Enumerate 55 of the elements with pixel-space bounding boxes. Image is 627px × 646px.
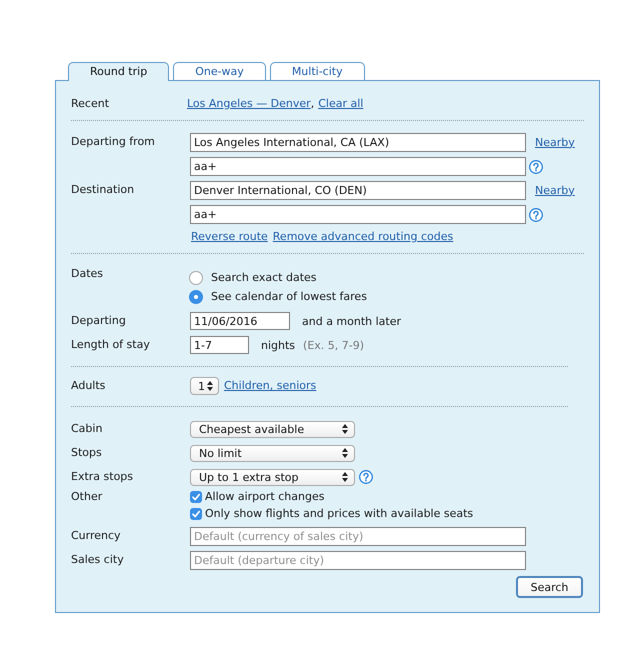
dropdown[interactable]: Up to 1 extra stop: [190, 468, 355, 486]
adults-dropdown[interactable]: 1: [190, 377, 219, 395]
up-down-arrows-icon: [342, 424, 348, 434]
route-link[interactable]: Remove advanced routing codes: [272, 229, 454, 245]
help-icon[interactable]: [529, 208, 543, 222]
field-label: Departing: [71, 313, 127, 329]
tab[interactable]: Round trip: [68, 62, 170, 81]
radio-button[interactable]: [189, 290, 203, 304]
dropdown[interactable]: Cheapest available: [190, 420, 355, 438]
destination-field[interactable]: Denver International, CO (DEN): [190, 181, 526, 200]
example-hint: (Ex. 5, 7-9): [303, 338, 364, 352]
field-label: Currency: [71, 528, 122, 544]
date-field[interactable]: 11/06/2016: [190, 312, 290, 330]
input-field[interactable]: Default (departure city): [190, 551, 526, 570]
routing-codes-field[interactable]: aa+: [190, 205, 526, 224]
help-icon[interactable]: [529, 160, 543, 174]
origin-field[interactable]: Los Angeles International, CA (LAX): [190, 133, 526, 152]
tab[interactable]: One-way: [173, 62, 266, 80]
date-note: and a month later: [302, 314, 402, 328]
field-label: Other: [71, 489, 104, 505]
stay-length-field[interactable]: 1-7: [190, 336, 249, 354]
radio-button[interactable]: [189, 270, 203, 284]
routing-codes-field[interactable]: aa+: [190, 157, 526, 176]
field-label: Dates: [71, 266, 104, 282]
route-link[interactable]: Reverse route: [191, 229, 268, 245]
dropdown[interactable]: No limit: [190, 444, 355, 462]
field-label: Destination: [71, 182, 136, 198]
nearby-link[interactable]: Nearby: [535, 182, 575, 198]
field-label: Sales city: [71, 552, 125, 568]
field-label: Departing from: [71, 134, 156, 150]
help-icon[interactable]: [359, 470, 373, 484]
radio-label[interactable]: See calendar of lowest fares: [211, 290, 367, 303]
radio-label[interactable]: Search exact dates: [211, 271, 317, 284]
clear-all-link[interactable]: Clear all: [318, 96, 364, 112]
recent-route-link[interactable]: Los Angeles — Denver: [187, 96, 311, 112]
field-label: Adults: [71, 378, 106, 394]
field-label: Stops: [71, 445, 103, 461]
up-down-arrows-icon: [342, 448, 348, 458]
tab[interactable]: Multi-city: [270, 62, 365, 80]
checkbox-label[interactable]: Allow airport changes: [205, 490, 324, 503]
checkbox-label[interactable]: Only show flights and prices with available seats: [205, 507, 474, 520]
comma-text: ,: [310, 96, 314, 112]
input-field[interactable]: Default (currency of sales city): [190, 527, 526, 546]
field-label: Recent: [71, 96, 110, 112]
field-label: Cabin: [71, 421, 104, 437]
nearby-link[interactable]: Nearby: [535, 134, 575, 150]
up-down-arrows-icon: [207, 381, 213, 391]
field-label: Extra stops: [71, 469, 134, 485]
children-seniors-link[interactable]: Children, seniors: [224, 378, 316, 394]
checkbox[interactable]: [190, 490, 202, 502]
nights-text: nights: [261, 338, 296, 352]
checkbox[interactable]: [190, 508, 202, 520]
up-down-arrows-icon: [342, 472, 348, 482]
search-button[interactable]: Search: [516, 576, 583, 598]
field-label: Length of stay: [71, 337, 151, 353]
